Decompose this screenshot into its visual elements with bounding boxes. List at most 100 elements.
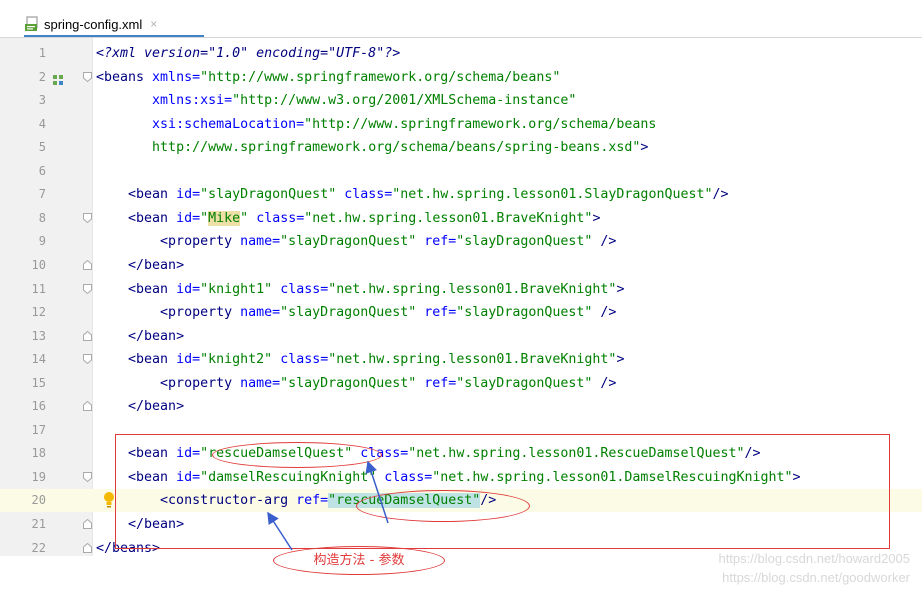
fold-marker-icon[interactable] [83,212,92,223]
line-number: 4 [38,116,46,131]
code-token: id= [176,281,201,297]
code-text: <property name="slayDragonQuest" ref="sl… [96,230,616,253]
code-text: <?xml version="1.0" encoding="UTF-8"?> [96,42,400,65]
code-line[interactable]: 1 <?xml version="1.0" encoding="UTF-8"?> [0,42,922,65]
code-line[interactable]: 12 <property name="slayDragonQuest" ref=… [0,301,922,324]
code-token: id= [176,210,201,226]
code-token: <bean [128,210,177,226]
fold-marker-icon[interactable] [83,330,92,341]
fold-marker-icon[interactable] [83,71,92,82]
code-token: </bean> [128,257,185,273]
code-line[interactable]: 8 <bean id="Mike" class="net.hw.spring.l… [0,207,922,230]
code-token: id= [176,352,201,368]
watermark-line-1: https://blog.csdn.net/howard2005 [718,551,910,566]
code-line[interactable]: 10 </bean> [0,254,922,277]
line-number: 7 [38,187,46,202]
code-line[interactable]: 3 xmlns:xsi="http://www.w3.org/2001/XMLS… [0,89,922,112]
code-token: "http://www.w3.org/2001/XMLSchema-instan… [232,93,577,109]
code-token: "slayDragonQuest" [456,305,593,321]
fold-marker-icon[interactable] [83,519,92,529]
code-token: "http://www.springframework.org/schema/b… [200,69,561,85]
code-token: xmlns= [152,69,201,85]
code-token: /> [712,187,729,203]
code-line[interactable]: 15 <property name="slayDragonQuest" ref=… [0,372,922,395]
code-line[interactable]: 2 <beans xmlns="http://www.springframewor… [0,66,922,89]
fold-marker-icon[interactable] [83,354,92,365]
code-token: ref= [424,234,457,250]
watermark-line-2: https://blog.csdn.net/goodworker [722,570,910,585]
code-line[interactable]: 16 </bean> [0,395,922,418]
code-token: "slayDragonQuest" [456,375,593,391]
fold-marker-icon[interactable] [83,401,92,412]
code-text: <bean id="slayDragonQuest" class="net.hw… [96,183,729,206]
line-number: 21 [31,517,46,531]
code-token: > [640,140,649,156]
code-text: xmlns:xsi="http://www.w3.org/2001/XMLSch… [96,89,576,112]
code-text: <bean id="knight1" class="net.hw.spring.… [96,278,624,301]
code-line[interactable]: 7 <bean id="slayDragonQuest" class="net.… [0,183,922,206]
line-number: 6 [38,163,46,178]
code-token: " [200,210,209,226]
code-line[interactable]: 6 [0,160,922,183]
code-token: <?xml version="1.0" encoding="UTF-8"?> [96,46,401,61]
tab-spring-config[interactable]: spring-config.xml × [24,12,157,36]
line-number: 19 [31,469,46,484]
code-line[interactable]: 9 <property name="slayDragonQuest" ref="… [0,230,922,253]
code-line[interactable]: 4 xsi:schemaLocation="http://www.springf… [0,113,922,136]
line-number: 22 [31,540,46,555]
code-token: /> [592,375,617,391]
code-token: ref= [424,375,457,391]
editor-tab-bar: spring-config.xml × [0,0,922,37]
code-token: "slayDragonQuest" [456,234,593,250]
fold-marker-icon[interactable] [83,283,92,294]
line-number: 11 [31,281,46,296]
code-token: "net.hw.spring.lesson01.BraveKnight" [328,281,617,297]
code-token: "net.hw.spring.lesson01.SlayDragonQuest" [392,187,713,203]
code-token: name= [240,305,281,321]
code-token: "slayDragonQuest" [200,187,337,203]
code-text: </bean> [96,325,184,348]
fold-marker-icon[interactable] [83,471,92,482]
code-token: /> [592,305,617,321]
code-token: "slayDragonQuest" [280,234,417,250]
code-token: xmlns:xsi= [152,93,233,109]
line-number: 2 [38,69,46,84]
annotation-label: 构造方法 - 参数 [273,546,445,575]
code-line[interactable]: 5 http://www.springframework.org/schema/… [0,136,922,159]
code-token: http://www.springframework.org/schema/be… [152,140,641,156]
code-token: class= [344,187,393,203]
code-token: </bean> [128,328,185,344]
code-token: Mike [208,210,241,226]
fold-marker-icon[interactable] [83,259,92,270]
highlight-ellipse-ref [356,490,530,522]
code-token: " [240,210,249,226]
code-line[interactable]: 14 <bean id="knight2" class="net.hw.spri… [0,348,922,371]
code-token: ref= [424,305,457,321]
line-number: 18 [31,446,46,461]
code-line[interactable]: 13 </bean> [0,325,922,348]
spring-bean-gutter-icon[interactable] [52,71,64,85]
code-line[interactable]: 11 <bean id="knight1" class="net.hw.spri… [0,278,922,301]
code-token: <beans [96,69,153,85]
line-number: 14 [31,352,46,367]
line-number: 5 [38,140,46,155]
line-number: 12 [31,305,46,320]
line-number: 10 [31,257,46,272]
code-token: xsi:schemaLocation= [152,116,305,132]
line-number: 20 [31,493,46,508]
fold-marker-icon[interactable] [83,542,92,553]
code-token: "knight1" [200,281,273,297]
line-number: 16 [31,399,46,414]
code-token: class= [280,281,329,297]
close-tab-icon[interactable]: × [150,17,157,31]
